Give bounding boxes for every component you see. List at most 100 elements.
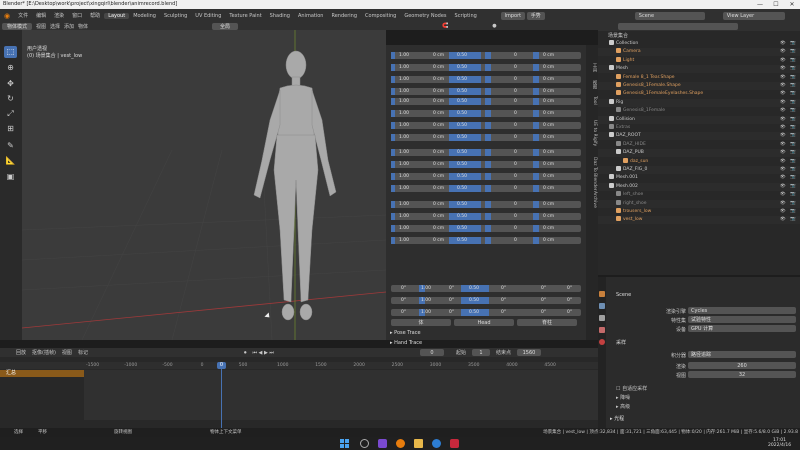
transform-slider-row[interactable]: 1.00 0 cm 0.50 0 0 cm	[391, 161, 581, 168]
transform-slider-row[interactable]: 1.00 0 cm 0.50 0 0 cm	[391, 98, 581, 105]
tab-sculpting[interactable]: Sculpting	[160, 13, 191, 19]
tab-scripting[interactable]: Scripting	[451, 13, 481, 19]
tab-archive[interactable]: Archive	[587, 188, 597, 210]
transform-slider-row[interactable]: 1.00 0 cm 0.50 0 0 cm	[391, 122, 581, 129]
view-layer-tab-icon[interactable]	[599, 315, 605, 321]
rotation-slider-row[interactable]: 0° 1.00 0° 0.50 0° 0° 0°	[391, 297, 581, 304]
render-toggle-icon[interactable]: 📷	[790, 174, 796, 182]
outliner-row[interactable]: Camera 👁 📷	[598, 48, 800, 57]
visibility-toggle-icon[interactable]: 👁	[780, 74, 786, 82]
render-toggle-icon[interactable]: 📷	[790, 107, 796, 115]
outliner-row[interactable]: Female 8_1 Tear.Shape 👁 📷	[598, 73, 800, 82]
render-toggle-icon[interactable]: 📷	[790, 57, 796, 65]
transform-slider-row[interactable]: 1.00 0 cm 0.50 0 0 cm	[391, 185, 581, 192]
render-toggle-icon[interactable]: 📷	[790, 200, 796, 208]
render-tab-icon[interactable]	[599, 291, 605, 297]
tab-rendering[interactable]: Rendering	[327, 13, 361, 19]
folder-icon[interactable]	[414, 439, 423, 448]
outliner-row[interactable]: Light 👁 📷	[598, 56, 800, 65]
tab-uv-editing[interactable]: UV Editing	[191, 13, 225, 19]
outliner-row[interactable]: Mesh.001 👁 📷	[598, 174, 800, 182]
outliner-row[interactable]: Rig 👁 📷	[598, 98, 800, 107]
tab-view-cn[interactable]: 视图	[587, 77, 597, 91]
rotation-slider-row[interactable]: 0° 1.00 0° 0.50 0° 0° 0°	[391, 309, 581, 316]
transform-orientation-dropdown[interactable]: 全局	[212, 22, 239, 30]
render-toggle-icon[interactable]: 📷	[790, 149, 796, 157]
outliner-row[interactable]: DAZ_HIDE 👁 📷	[598, 140, 800, 149]
denoise-panel-header[interactable]: ▸ 降噪	[616, 394, 630, 401]
outliner-row[interactable]: right_shoe 👁 📷	[598, 199, 800, 208]
record-button[interactable]: ⏺	[244, 350, 247, 356]
visibility-toggle-icon[interactable]: 👁	[780, 183, 786, 191]
scene-tab-icon[interactable]	[599, 327, 605, 333]
visibility-toggle-icon[interactable]: 👁	[780, 40, 786, 48]
outliner-row[interactable]: daz_sun 👁 📷	[598, 157, 800, 166]
visibility-toggle-icon[interactable]: 👁	[780, 107, 786, 115]
render-toggle-icon[interactable]: 📷	[790, 99, 796, 107]
pose-button[interactable]: 脊柱	[517, 319, 577, 326]
tab-animation[interactable]: Animation	[294, 13, 328, 19]
advanced-panel-header[interactable]: ▸ 高级	[616, 403, 630, 410]
import-button[interactable]: Import	[500, 11, 525, 20]
visibility-toggle-icon[interactable]: 👁	[780, 191, 786, 199]
outliner-row[interactable]: trousers_low 👁 📷	[598, 208, 800, 216]
transform-slider-row[interactable]: 1.00 0 cm 0.50 0 0 cm	[391, 88, 581, 95]
feature-set-dropdown[interactable]: 试验特性	[688, 316, 796, 323]
world-tab-icon[interactable]	[599, 339, 605, 345]
close-button[interactable]: ✕	[784, 0, 800, 9]
view-layer-selector[interactable]: View Layer	[722, 11, 785, 20]
outliner-row[interactable]: Genesis8_1Female 👁 📷	[598, 107, 800, 115]
snap-icon[interactable]: 🧲	[442, 23, 448, 29]
render-toggle-icon[interactable]: 📷	[790, 216, 796, 224]
transform-slider-row[interactable]: 1.00 0 cm 0.50 0 0 cm	[391, 52, 581, 59]
transform-slider-row[interactable]: 1.00 0 cm 0.50 0 0 cm	[391, 149, 581, 156]
visibility-toggle-icon[interactable]: 👁	[780, 82, 786, 90]
cursor-tool-icon[interactable]: ⊕	[4, 62, 17, 74]
move-tool-icon[interactable]: ✥	[4, 78, 17, 90]
pose-button[interactable]: 体	[391, 319, 451, 326]
tab-tool[interactable]: Tool	[587, 93, 597, 107]
end-frame-field[interactable]: 1560	[516, 349, 541, 356]
playhead[interactable]	[221, 362, 222, 428]
visibility-toggle-icon[interactable]: 👁	[780, 132, 786, 140]
start-frame-field[interactable]: 1	[471, 349, 490, 356]
outliner-row[interactable]: Mesh.002 👁 📷	[598, 182, 800, 191]
outliner-row[interactable]: Extras 👁 📷	[598, 124, 800, 132]
outliner-search-input[interactable]	[618, 23, 738, 30]
3d-viewport[interactable]: 用户透视 (0) 场景集合 | vest_low	[22, 30, 386, 340]
outliner-row[interactable]: Mesh 👁 📷	[598, 65, 800, 74]
visibility-toggle-icon[interactable]: 👁	[780, 208, 786, 216]
menu-file[interactable]: 文件	[14, 12, 32, 19]
playback-menu[interactable]: 回放	[16, 349, 26, 356]
mode-dropdown[interactable]: 物体模式	[2, 22, 32, 30]
rotation-slider-row[interactable]: 0° 1.00 0° 0.50 0° 0° 0°	[391, 285, 581, 292]
transform-slider-row[interactable]: 1.00 0 cm 0.50 0 0 cm	[391, 76, 581, 83]
render-toggle-icon[interactable]: 📷	[790, 48, 796, 56]
visibility-toggle-icon[interactable]: 👁	[780, 99, 786, 107]
render-toggle-icon[interactable]: 📷	[790, 116, 796, 124]
dopesheet-area[interactable]	[84, 370, 598, 420]
render-toggle-icon[interactable]: 📷	[790, 183, 796, 191]
tab-texture-paint[interactable]: Texture Paint	[225, 13, 265, 19]
output-tab-icon[interactable]	[599, 303, 605, 309]
menu-render[interactable]: 渲染	[50, 12, 68, 19]
render-toggle-icon[interactable]: 📷	[790, 191, 796, 199]
tab-modeling[interactable]: Modeling	[129, 13, 160, 19]
render-toggle-icon[interactable]: 📷	[790, 124, 796, 132]
transform-slider-row[interactable]: 1.00 0 cm 0.50 0 0 cm	[391, 64, 581, 71]
visibility-toggle-icon[interactable]: 👁	[780, 166, 786, 174]
search-icon[interactable]	[360, 439, 369, 448]
transform-slider-row[interactable]: 1.00 0 cm 0.50 0 0 cm	[391, 213, 581, 220]
render-toggle-icon[interactable]: 📷	[790, 82, 796, 90]
visibility-toggle-icon[interactable]: 👁	[780, 48, 786, 56]
menu-window[interactable]: 窗口	[68, 12, 86, 19]
visibility-toggle-icon[interactable]: 👁	[780, 141, 786, 149]
windows-start-icon[interactable]	[340, 439, 349, 448]
summary-track[interactable]: 汇总	[0, 370, 84, 377]
view-menu[interactable]: 视图	[36, 23, 46, 30]
select-menu[interactable]: 选择	[50, 23, 60, 30]
outliner-row[interactable]: Collection 👁 📷	[598, 40, 800, 48]
select-tool-icon[interactable]: ⬚	[4, 46, 17, 58]
system-clock[interactable]: 17:01 2022/4/16	[768, 438, 791, 448]
menu-edit[interactable]: 编辑	[32, 12, 50, 19]
